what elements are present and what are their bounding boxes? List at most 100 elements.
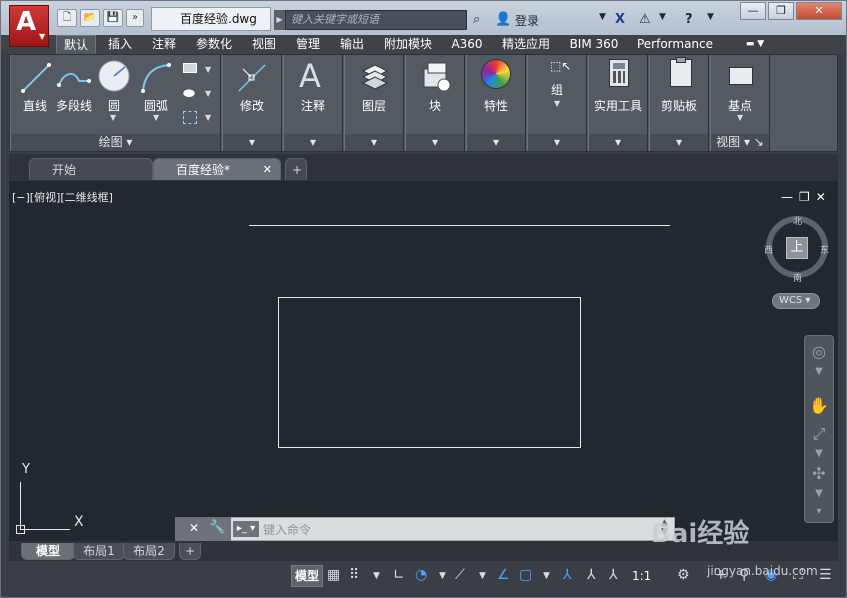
grid-icon[interactable]: ▦ (327, 567, 340, 583)
base-view-icon[interactable] (729, 67, 753, 85)
line-button[interactable]: 直线 (17, 97, 53, 114)
annotation-button[interactable]: 注释 (284, 97, 342, 114)
modify-icon[interactable] (235, 61, 269, 95)
tab-manage[interactable]: 管理 (288, 35, 328, 54)
more-tools-icon[interactable]: » (126, 9, 144, 27)
workspace-gear-icon[interactable]: ⚙ (677, 567, 690, 583)
polyline-icon[interactable] (55, 61, 93, 95)
modify-button[interactable]: 修改 (223, 97, 281, 114)
clipboard-panel-expand-icon[interactable]: ▾ (650, 134, 708, 151)
drawn-rectangle[interactable] (278, 297, 581, 448)
color-wheel-icon[interactable] (481, 59, 511, 89)
chevron-down-icon[interactable]: ▼ (205, 113, 211, 122)
viewport-controls-label[interactable]: [−][俯视][二维线框] (12, 189, 113, 205)
ribbon-minimize-icon[interactable]: ▬ ▼ (738, 35, 772, 54)
save-icon[interactable]: 💾 (103, 9, 123, 27)
chevron-down-icon[interactable]: ▼ (110, 113, 116, 122)
object-snap-icon[interactable]: ▢ (519, 567, 532, 583)
application-menu-button[interactable]: A ▼ (9, 5, 49, 47)
chevron-down-icon[interactable]: ▼ (373, 571, 380, 581)
chevron-down-icon[interactable]: ▼ (543, 571, 550, 581)
layers-panel-expand-icon[interactable]: ▾ (345, 134, 403, 151)
tab-featured-apps[interactable]: 精选应用 (495, 35, 557, 54)
new-file-icon[interactable]: 🗋 (57, 9, 77, 27)
tab-output[interactable]: 输出 (332, 35, 372, 54)
tab-start[interactable]: 开始 (29, 158, 153, 180)
chevron-down-icon[interactable]: ▼ (737, 113, 743, 122)
modify-panel-expand-icon[interactable]: ▾ (223, 134, 281, 151)
tab-current-drawing[interactable]: 百度经验* ✕ (153, 158, 281, 180)
tab-insert[interactable]: 插入 (100, 35, 140, 54)
tab-layout2[interactable]: 布局2 (123, 543, 175, 560)
tab-view[interactable]: 视图 (244, 35, 284, 54)
draw-panel-title[interactable]: 绘图 ▾ (11, 134, 220, 151)
chevron-down-icon[interactable]: ▼ (554, 99, 560, 108)
layers-button[interactable]: 图层 (345, 97, 403, 114)
user-icon[interactable]: 👤 (495, 12, 511, 27)
isodraft-icon[interactable]: ⟋ (455, 567, 465, 583)
viewport-window-controls[interactable]: —❐✕ (781, 190, 832, 204)
tab-bim360[interactable]: BIM 360 (563, 35, 625, 54)
search-input[interactable]: 键入关键字或短语 (285, 10, 467, 30)
object-snap-tracking-icon[interactable]: ∠ (497, 567, 510, 583)
customize-menu-icon[interactable]: ☰ (819, 567, 832, 583)
drawn-line[interactable] (249, 225, 670, 226)
circle-button[interactable]: 圆 (103, 97, 125, 114)
chevron-down-icon[interactable]: ▼ (805, 366, 833, 377)
ortho-icon[interactable]: ∟ (393, 567, 405, 583)
chevron-down-icon[interactable]: ▼ (805, 488, 833, 499)
tab-addins[interactable]: 附加模块 (377, 35, 439, 54)
wrench-icon[interactable]: 🔧 (209, 520, 225, 535)
new-tab-plus-icon[interactable]: + (285, 158, 307, 180)
chevron-down-icon[interactable]: ▼ (707, 12, 714, 22)
tab-a360[interactable]: A360 (445, 35, 489, 54)
chevron-down-icon[interactable]: ▼ (479, 571, 486, 581)
base-view-button[interactable]: 基点 (711, 97, 769, 114)
file-title-tab[interactable]: 百度经验.dwg (151, 7, 271, 31)
text-a-icon[interactable]: A (299, 57, 321, 95)
navbar-options-icon[interactable]: ▾ (805, 506, 833, 517)
auto-scale-icon[interactable]: ⅄ (587, 567, 596, 583)
annotation-scale-icon[interactable]: ⅄ (609, 567, 618, 583)
pan-hand-icon[interactable]: ✋ (805, 396, 833, 415)
search-expand-icon[interactable]: ▶ (274, 10, 285, 30)
tab-model[interactable]: 模型 (21, 543, 75, 560)
line-icon[interactable] (19, 61, 53, 95)
annotation-panel-expand-icon[interactable]: ▾ (284, 134, 342, 151)
tab-layout1[interactable]: 布局1 (73, 543, 125, 560)
exchange-x-icon[interactable]: X (615, 12, 625, 27)
steering-wheel-icon[interactable]: ◎ (805, 342, 833, 361)
arc-icon[interactable] (139, 61, 173, 95)
snap-icon[interactable]: ⠿ (349, 567, 359, 583)
command-input[interactable]: 键入命令 (263, 521, 311, 538)
tab-parametric[interactable]: 参数化 (188, 35, 240, 54)
block-panel-expand-icon[interactable]: ▾ (406, 134, 464, 151)
tab-annotate[interactable]: 注释 (144, 35, 184, 54)
new-layout-plus-icon[interactable]: + (179, 543, 201, 560)
chevron-down-icon[interactable]: ▼ (599, 12, 606, 22)
login-link[interactable]: 登录 (515, 12, 539, 29)
a360-icon[interactable]: ⚠ (639, 12, 651, 27)
annotation-scale-value[interactable]: 1:1 (632, 569, 651, 583)
clipboard-button[interactable]: 剪贴板 (650, 97, 708, 114)
layers-icon[interactable] (359, 59, 391, 93)
command-prompt-icon[interactable]: ▸_ ▾ (233, 521, 259, 537)
viewcube-top-face[interactable]: 上 (786, 237, 808, 259)
properties-button[interactable]: 特性 (467, 97, 525, 114)
utilities-button[interactable]: 实用工具 (589, 97, 647, 114)
minimize-button[interactable]: — (740, 2, 766, 20)
group-select-icon[interactable]: ⬚↖ (550, 59, 571, 73)
close-icon[interactable]: ✕ (263, 159, 272, 181)
model-space-button[interactable]: 模型 (291, 565, 323, 587)
properties-panel-expand-icon[interactable]: ▾ (467, 134, 525, 151)
chevron-down-icon[interactable]: ▼ (805, 448, 833, 459)
rectangle-icon[interactable] (183, 63, 197, 73)
tab-default[interactable]: 默认 (56, 35, 96, 54)
boundary-icon[interactable] (183, 111, 197, 124)
block-button[interactable]: 块 (406, 97, 464, 114)
arc-button[interactable]: 圆弧 (139, 97, 173, 114)
chevron-down-icon[interactable]: ▼ (205, 89, 211, 98)
tab-performance[interactable]: Performance (632, 35, 718, 54)
polyline-button[interactable]: 多段线 (53, 97, 95, 114)
open-folder-icon[interactable]: 📂 (80, 9, 100, 27)
